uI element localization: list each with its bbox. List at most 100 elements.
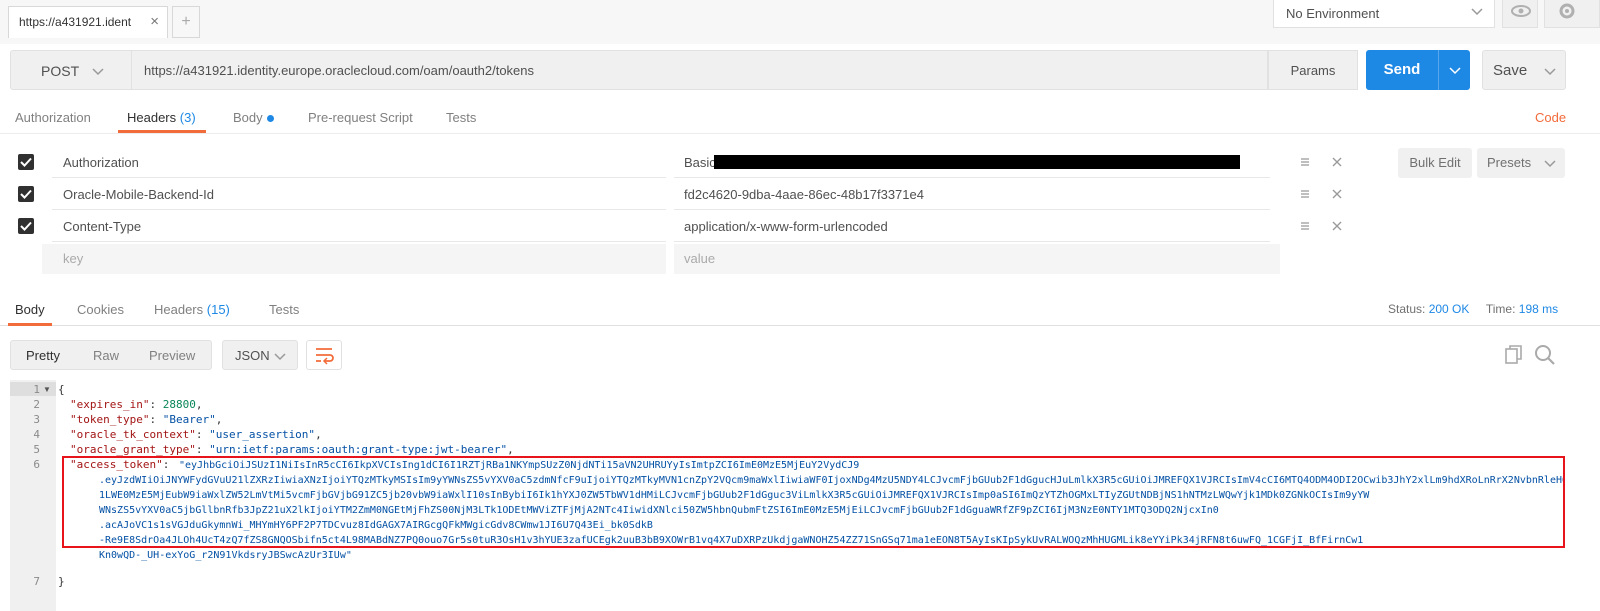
request-tabs: Authorization Headers (3) Body Pre-reque… <box>0 100 1600 134</box>
response-tab-body[interactable]: Body <box>15 302 45 317</box>
tab-body-label: Body <box>233 110 263 125</box>
response-tabs: Body Cookies Headers (15) Tests <box>0 290 1600 326</box>
token-line: Kn0wQD-_UH-exYoG_r2N91VkdsryJBSwcAzUr3IU… <box>99 549 352 561</box>
line-number-gutter: 1 ▼ 2 3 4 5 6 7 <box>10 380 56 611</box>
drag-handle-icon[interactable] <box>1298 187 1312 201</box>
line-number: 5 <box>33 443 40 456</box>
open-brace: { <box>58 383 65 396</box>
code-line: "oracle_grant_type": "urn:ietf:params:oa… <box>70 443 514 456</box>
method-select[interactable]: POST <box>10 50 132 90</box>
json-string: "user_assertion" <box>209 428 316 441</box>
save-button[interactable]: Save <box>1482 50 1566 90</box>
chevron-down-icon[interactable] <box>1543 64 1557 78</box>
presets-button[interactable]: Presets <box>1477 148 1565 178</box>
close-tab-icon[interactable]: × <box>150 13 159 30</box>
line-number: 2 <box>33 398 40 411</box>
json-string: "Bearer" <box>162 413 216 426</box>
code-line: } <box>58 575 65 588</box>
header-value[interactable]: application/x-www-form-urlencoded <box>674 212 1270 242</box>
json-key: "expires_in" <box>70 398 150 411</box>
line-number: 4 <box>33 428 40 441</box>
json-key: "oracle_grant_type" <box>70 443 196 456</box>
send-button[interactable]: Send <box>1366 50 1470 90</box>
active-response-tab-indicator <box>8 323 52 326</box>
environment-select[interactable]: No Environment <box>1273 0 1495 28</box>
response-tab-tests[interactable]: Tests <box>269 302 299 317</box>
header-checkbox[interactable] <box>18 186 34 202</box>
bulk-edit-button[interactable]: Bulk Edit <box>1398 148 1472 178</box>
drag-handle-icon[interactable] <box>1298 219 1312 233</box>
header-row: Oracle-Mobile-Backend-Id fd2c4620-9dba-4… <box>0 180 1600 210</box>
tab-authorization[interactable]: Authorization <box>15 110 91 125</box>
chevron-down-icon[interactable] <box>1448 63 1462 77</box>
format-select[interactable]: JSON <box>222 340 298 370</box>
response-status: Status: 200 OK Time: 198 ms <box>1388 302 1558 316</box>
tab-body[interactable]: Body <box>233 110 274 125</box>
line-number: 6 <box>33 458 40 471</box>
body-indicator-dot <box>266 115 274 123</box>
delete-row-icon[interactable] <box>1330 155 1344 169</box>
time-label: Time: <box>1485 302 1516 316</box>
environment-label: No Environment <box>1286 6 1380 21</box>
eye-icon[interactable] <box>1502 0 1538 28</box>
header-key[interactable]: Content-Type <box>52 212 666 242</box>
active-tab-indicator <box>118 130 206 133</box>
header-row: Authorization Basic <box>0 148 1600 178</box>
search-icon[interactable] <box>1534 344 1556 366</box>
access-token-highlight <box>62 456 1565 548</box>
method-label: POST <box>41 63 80 79</box>
tab-headers-label: Headers <box>127 110 177 125</box>
view-raw[interactable]: Raw <box>93 348 119 363</box>
copy-icon[interactable] <box>1504 344 1524 366</box>
json-key: "token_type" <box>70 413 150 426</box>
params-label: Params <box>1290 63 1336 78</box>
view-preview[interactable]: Preview <box>149 348 195 363</box>
delete-row-icon[interactable] <box>1330 187 1344 201</box>
code-line: "oracle_tk_context": "user_assertion", <box>70 428 322 441</box>
tab-headers[interactable]: Headers (3) <box>127 110 196 125</box>
request-tab-title: https://a431921.ident <box>19 15 132 29</box>
header-key[interactable]: Oracle-Mobile-Backend-Id <box>52 180 666 210</box>
response-tab-headers[interactable]: Headers (15) <box>154 302 230 317</box>
code-line: { <box>58 383 65 396</box>
save-label: Save <box>1493 62 1528 79</box>
new-header-value-input[interactable]: value <box>674 244 1280 274</box>
header-checkbox[interactable] <box>18 154 34 170</box>
presets-label: Presets <box>1487 155 1532 170</box>
fold-arrow-icon[interactable]: ▼ <box>43 385 51 394</box>
chevron-down-icon <box>92 68 104 76</box>
chevron-down-icon <box>1544 160 1556 168</box>
view-mode-group: Pretty Raw Preview <box>10 340 212 370</box>
header-value[interactable]: fd2c4620-9dba-4aae-86ec-48b17f3371e4 <box>674 180 1270 210</box>
line-number: 3 <box>33 413 40 426</box>
time-value: 198 ms <box>1518 302 1559 316</box>
line-number: 1 <box>33 383 40 396</box>
code-link[interactable]: Code <box>1535 110 1566 125</box>
response-headers-count: (15) <box>206 302 230 317</box>
gear-icon[interactable] <box>1544 0 1600 28</box>
header-checkbox[interactable] <box>18 218 34 234</box>
new-header-key-input[interactable]: key <box>42 244 666 274</box>
wrap-lines-icon[interactable] <box>306 340 342 370</box>
json-number: 28800 <box>162 398 196 411</box>
url-input[interactable]: https://a431921.identity.europe.oraclecl… <box>132 50 1268 90</box>
tab-prerequest-script[interactable]: Pre-request Script <box>308 110 413 125</box>
delete-row-icon[interactable] <box>1330 219 1344 233</box>
json-key: "oracle_tk_context" <box>70 428 196 441</box>
request-tab[interactable]: https://a431921.ident × <box>8 6 168 38</box>
header-row: Content-Type application/x-www-form-urle… <box>0 212 1600 242</box>
tab-tests[interactable]: Tests <box>446 110 476 125</box>
url-text: https://a431921.identity.europe.oraclecl… <box>144 63 535 78</box>
response-tab-cookies[interactable]: Cookies <box>77 302 124 317</box>
response-headers-label: Headers <box>154 302 204 317</box>
drag-handle-icon[interactable] <box>1298 155 1312 169</box>
json-string: "urn:ietf:params:oauth:grant-type:jwt-be… <box>209 443 508 456</box>
params-button[interactable]: Params <box>1268 50 1358 90</box>
send-label: Send <box>1383 61 1421 78</box>
code-line: "expires_in": 28800, <box>70 398 203 411</box>
header-key[interactable]: Authorization <box>52 148 666 178</box>
view-pretty[interactable]: Pretty <box>26 348 60 363</box>
new-header-row: key value <box>0 244 1600 274</box>
send-divider <box>1438 50 1439 90</box>
add-tab-button[interactable]: + <box>172 6 200 38</box>
